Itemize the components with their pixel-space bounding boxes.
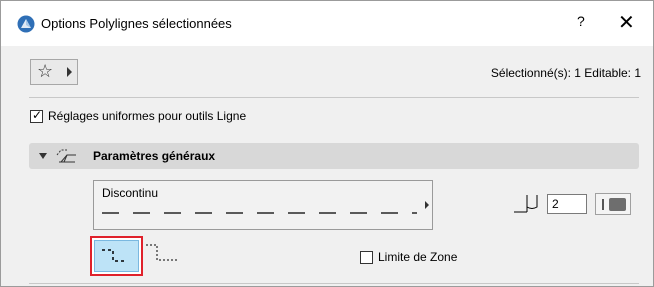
dialog-window: Options Polylignes sélectionnées ? ✕ ☆ S… xyxy=(0,0,654,287)
pen-color-swatch xyxy=(609,198,626,211)
pen-number-input[interactable]: 2 xyxy=(547,194,587,214)
title-bar: Options Polylignes sélectionnées ? ✕ xyxy=(1,1,653,46)
line-orientation-alt-icon[interactable] xyxy=(143,240,183,270)
separator-icon xyxy=(602,199,604,210)
dashed-line-preview-icon xyxy=(102,212,417,214)
polyline-icon xyxy=(56,149,76,163)
panel-title: Paramètres généraux xyxy=(93,149,216,163)
uniform-settings-label: Réglages uniformes pour outils Ligne xyxy=(48,109,247,123)
help-button[interactable]: ? xyxy=(577,13,585,29)
zone-boundary-label: Limite de Zone xyxy=(378,250,458,264)
dialog-title: Options Polylignes sélectionnées xyxy=(41,16,232,31)
favorites-button[interactable]: ☆ xyxy=(30,59,78,85)
line-orientation-icon xyxy=(102,249,125,262)
pen-icon xyxy=(514,195,538,213)
chevron-right-icon xyxy=(425,201,429,209)
divider xyxy=(29,283,639,284)
pen-color-button[interactable] xyxy=(595,193,631,215)
close-button[interactable]: ✕ xyxy=(618,10,635,34)
panel-header-general[interactable]: Paramètres généraux xyxy=(29,143,639,169)
star-icon: ☆ xyxy=(37,61,54,82)
zone-boundary-checkbox[interactable] xyxy=(360,251,373,264)
divider xyxy=(29,97,639,98)
orientation-option-selected[interactable] xyxy=(90,236,143,276)
selection-info: Sélectionné(s): 1 Editable: 1 xyxy=(490,66,641,80)
chevron-right-icon xyxy=(67,67,72,77)
app-logo-icon xyxy=(17,15,35,33)
collapse-triangle-icon[interactable] xyxy=(39,153,47,159)
line-type-selector[interactable]: Discontinu xyxy=(93,180,433,230)
uniform-settings-checkbox[interactable]: ✓ xyxy=(30,108,43,123)
line-type-name: Discontinu xyxy=(102,186,159,200)
checkmark-icon: ✓ xyxy=(32,108,43,122)
